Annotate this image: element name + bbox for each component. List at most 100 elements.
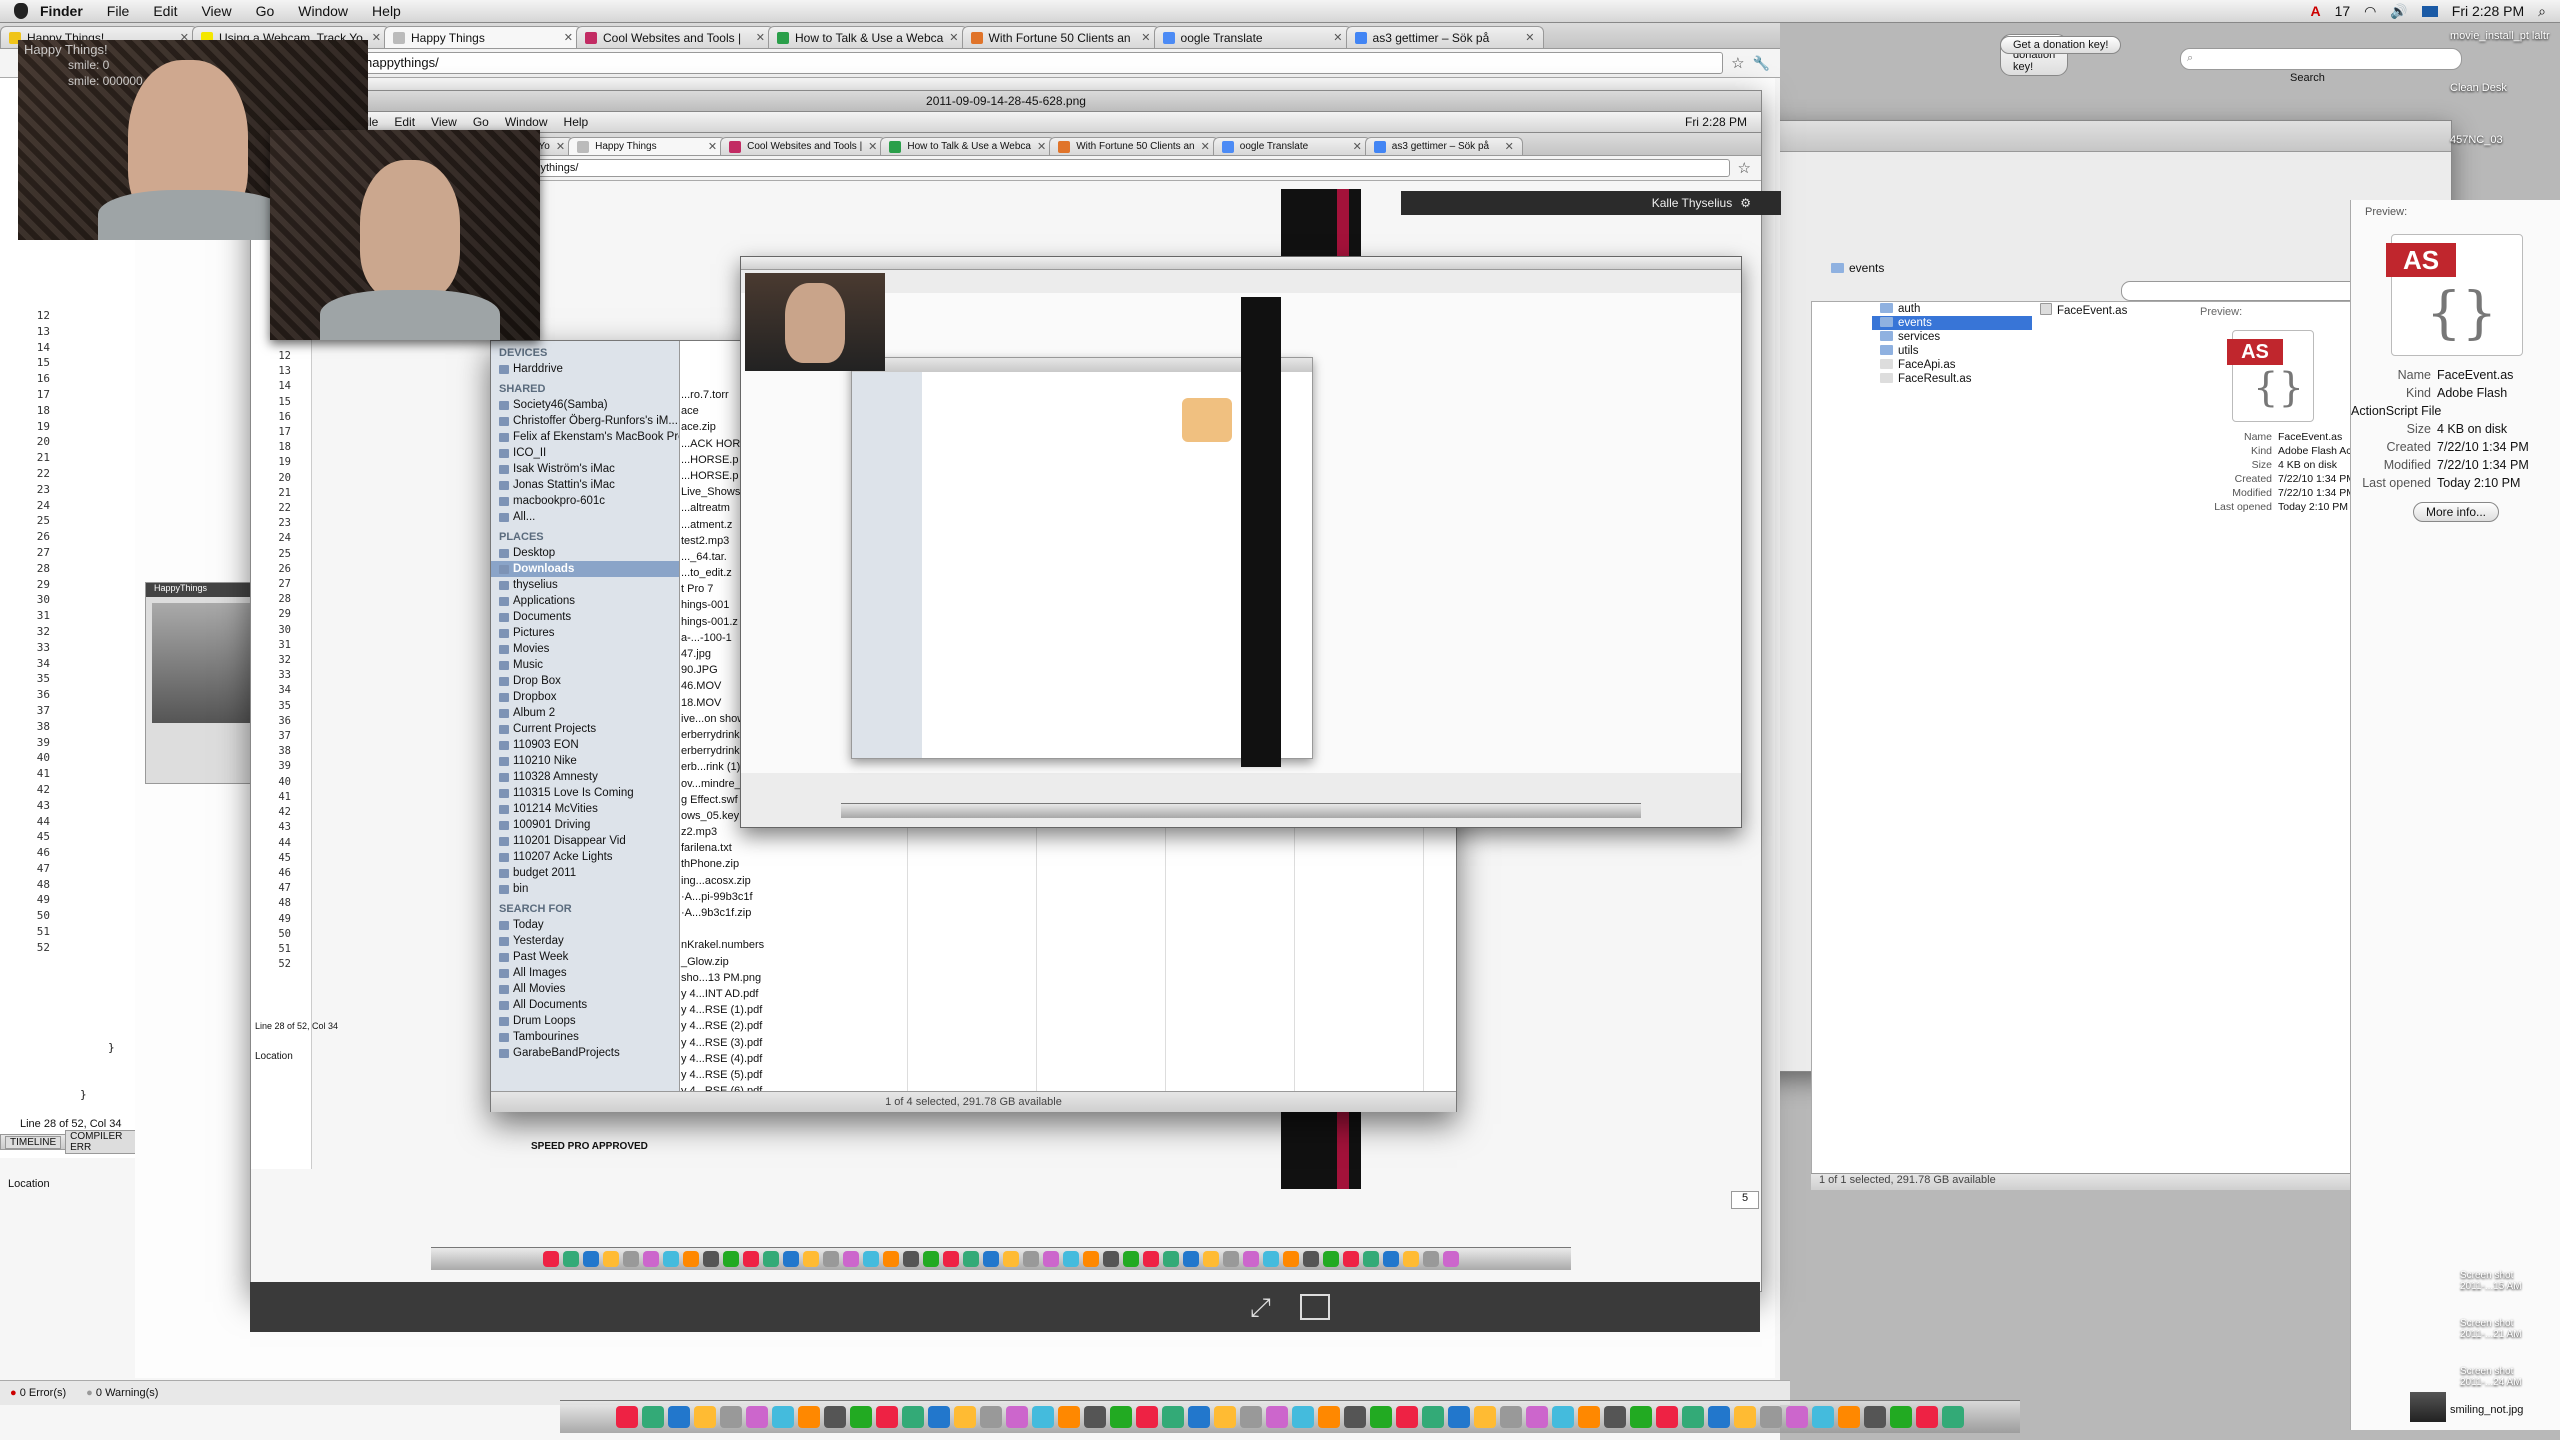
sidebar-item-shared[interactable]: All... xyxy=(491,509,679,525)
tab-close-icon[interactable]: ✕ xyxy=(949,31,958,44)
donation-button-top[interactable]: Get a donation key! xyxy=(2000,36,2122,54)
dock-app-icon[interactable] xyxy=(543,1251,559,1267)
sidebar-item-places[interactable]: Movies xyxy=(491,641,679,657)
tab-close-icon[interactable]: ✕ xyxy=(756,31,765,44)
dock-app-icon[interactable] xyxy=(1363,1251,1379,1267)
dock-app-icon[interactable] xyxy=(1083,1251,1099,1267)
file-row[interactable]: ·A...pi-99b3c1f xyxy=(679,891,779,907)
sidebar-item-places[interactable]: Drop Box xyxy=(491,673,679,689)
main-tab-6[interactable]: oogle Translate ✕ xyxy=(1153,26,1352,48)
file-row[interactable]: thPhone.zip xyxy=(679,858,779,874)
dock-app-icon[interactable] xyxy=(963,1251,979,1267)
main-tab-3[interactable]: Cool Websites and Tools | ✕ xyxy=(576,26,774,48)
sidebar-item-shared[interactable]: ICO_II xyxy=(491,445,679,461)
compiler-errors-tab[interactable]: COMPILER ERR xyxy=(65,1130,140,1154)
flag-icon[interactable] xyxy=(2421,5,2438,17)
dock-app-icon[interactable] xyxy=(1474,1406,1496,1428)
dock-app-icon[interactable] xyxy=(1123,1251,1139,1267)
inner-menu-window[interactable]: Window xyxy=(497,115,556,129)
app-menu[interactable]: Finder xyxy=(28,3,95,19)
adobe-icon[interactable]: A xyxy=(2310,3,2320,19)
sidebar-item-places[interactable]: Downloads xyxy=(491,561,679,577)
sidebar-item-places[interactable]: 110207 Acke Lights xyxy=(491,849,679,865)
dock-app-icon[interactable] xyxy=(642,1406,664,1428)
tab-close-icon[interactable]: ✕ xyxy=(1333,31,1342,44)
sidebar-item-places[interactable]: 110201 Disappear Vid xyxy=(491,833,679,849)
sidebar-item-shared[interactable]: Isak Wiström's iMac xyxy=(491,461,679,477)
sidebar-item-search[interactable]: All Documents xyxy=(491,997,679,1013)
dock-app-icon[interactable] xyxy=(1243,1251,1259,1267)
dock-app-icon[interactable] xyxy=(1023,1251,1039,1267)
dock-app-icon[interactable] xyxy=(694,1406,716,1428)
inner-url-field[interactable]: happythings/ xyxy=(509,159,1730,177)
dock-app-icon[interactable] xyxy=(1423,1251,1439,1267)
dock-app-icon[interactable] xyxy=(746,1406,768,1428)
spotlight-icon[interactable]: ⌕ xyxy=(2538,3,2546,20)
sidebar-item-search[interactable]: All Movies xyxy=(491,981,679,997)
dock-app-icon[interactable] xyxy=(1263,1251,1279,1267)
dock-app-icon[interactable] xyxy=(1183,1251,1199,1267)
dock-app-icon[interactable] xyxy=(703,1251,719,1267)
dock-app-icon[interactable] xyxy=(563,1251,579,1267)
dock-app-icon[interactable] xyxy=(1656,1406,1678,1428)
dock-app-icon[interactable] xyxy=(1032,1406,1054,1428)
dock-app-icon[interactable] xyxy=(983,1251,999,1267)
sidebar-item-search[interactable]: Yesterday xyxy=(491,933,679,949)
dock-app-icon[interactable] xyxy=(1003,1251,1019,1267)
inner-tab-6[interactable]: oogle Translate ✕ xyxy=(1212,137,1371,155)
sidebar-item-places[interactable]: Applications xyxy=(491,593,679,609)
dock-app-icon[interactable] xyxy=(720,1406,742,1428)
main-tab-2[interactable]: Happy Things ✕ xyxy=(384,26,582,48)
window-icon[interactable] xyxy=(1300,1294,1330,1320)
sidebar-item-shared[interactable]: Society46(Samba) xyxy=(491,397,679,413)
file-row[interactable]: y 4...RSE (3).pdf xyxy=(679,1037,779,1053)
sidebar-item-shared[interactable]: Christoffer Öberg-Runfors's iM... xyxy=(491,413,679,429)
dock-app-icon[interactable] xyxy=(1058,1406,1080,1428)
dock-app-icon[interactable] xyxy=(850,1406,872,1428)
desktop-icon-label[interactable]: Clean Desk xyxy=(2450,82,2560,94)
dock-app-icon[interactable] xyxy=(1443,1251,1459,1267)
screenshot-file-label[interactable]: Screen shot 2011-...15 AM xyxy=(2460,1270,2560,1292)
sidebar-item-search[interactable]: Drum Loops xyxy=(491,1013,679,1029)
sidebar-item-search[interactable]: Past Week xyxy=(491,949,679,965)
sidebar-item-places[interactable]: bin xyxy=(491,881,679,897)
dock-app-icon[interactable] xyxy=(616,1406,638,1428)
dock-app-icon[interactable] xyxy=(1203,1251,1219,1267)
sidebar-item-places[interactable]: thyselius xyxy=(491,577,679,593)
timeline-tab[interactable]: TIMELINE xyxy=(5,1135,62,1149)
tab-close-icon[interactable]: ✕ xyxy=(868,140,877,153)
dock-app-icon[interactable] xyxy=(1110,1406,1132,1428)
sidebar-item-places[interactable]: 100901 Driving xyxy=(491,817,679,833)
dock-app-icon[interactable] xyxy=(1343,1251,1359,1267)
dock-app-icon[interactable] xyxy=(1006,1406,1028,1428)
dock-app-icon[interactable] xyxy=(803,1251,819,1267)
bookmark-star-icon[interactable]: ☆ xyxy=(1731,54,1744,72)
dock-app-icon[interactable] xyxy=(923,1251,939,1267)
dock-app-icon[interactable] xyxy=(954,1406,976,1428)
dock-app-icon[interactable] xyxy=(1214,1406,1236,1428)
dock-app-icon[interactable] xyxy=(1682,1406,1704,1428)
inner-tab-7[interactable]: as3 gettimer – Sök på ✕ xyxy=(1364,137,1523,155)
more-info-button[interactable]: More info... xyxy=(2412,502,2500,522)
dock-app-icon[interactable] xyxy=(1043,1251,1059,1267)
file-row[interactable] xyxy=(679,923,779,939)
tab-close-icon[interactable]: ✕ xyxy=(1201,140,1210,153)
sidebar-item-places[interactable]: Pictures xyxy=(491,625,679,641)
dock-app-icon[interactable] xyxy=(1448,1406,1470,1428)
tab-close-icon[interactable]: ✕ xyxy=(1505,140,1514,153)
sidebar-item-places[interactable]: Music xyxy=(491,657,679,673)
file-row[interactable]: y 4...INT AD.pdf xyxy=(679,988,779,1004)
dock-app-icon[interactable] xyxy=(1292,1406,1314,1428)
dock-app-icon[interactable] xyxy=(1812,1406,1834,1428)
dock-app-icon[interactable] xyxy=(823,1251,839,1267)
events-file[interactable]: FaceEvent.as xyxy=(2032,302,2192,318)
dock-app-icon[interactable] xyxy=(1838,1406,1860,1428)
dock-app-icon[interactable] xyxy=(1552,1406,1574,1428)
inner-menu-edit[interactable]: Edit xyxy=(386,115,423,129)
dock-app-icon[interactable] xyxy=(623,1251,639,1267)
dock-app-icon[interactable] xyxy=(843,1251,859,1267)
dock-app-icon[interactable] xyxy=(1188,1406,1210,1428)
sidebar-item-places[interactable]: budget 2011 xyxy=(491,865,679,881)
file-row[interactable]: ing...acosx.zip xyxy=(679,875,779,891)
sidebar-item-devices[interactable]: Harddrive xyxy=(491,361,679,377)
